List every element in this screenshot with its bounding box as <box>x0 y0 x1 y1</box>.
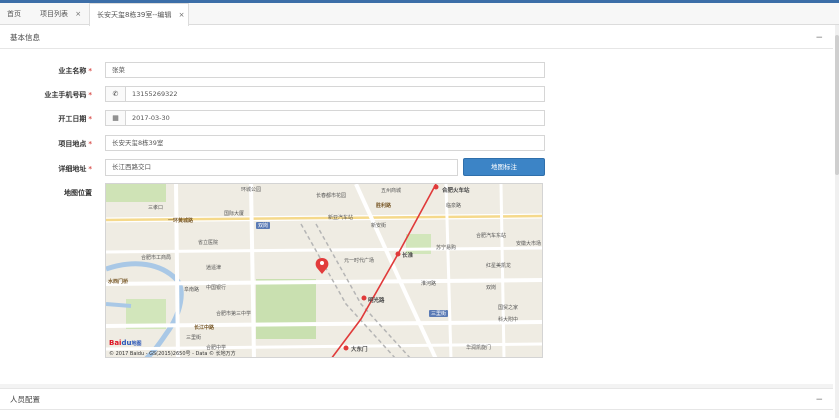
map-park <box>256 279 316 339</box>
map-label: 胜利路 <box>376 203 392 209</box>
tab-bar: 首页 项目列表 × 长安天玺8栋39室--编辑 × <box>0 3 839 26</box>
map-label: 环城公园 <box>241 187 262 193</box>
map-label: 明光路 <box>368 298 385 304</box>
vertical-scrollbar[interactable] <box>835 25 839 418</box>
tab-project-list-label: 项目列表 <box>40 10 68 18</box>
map-label: 科大附中 <box>498 317 519 323</box>
map-label: 元一时代广场 <box>344 258 375 264</box>
map-copyright: © 2017 Baidu - GS(2015)2650号 - Data © 长地… <box>109 351 236 357</box>
start-date-input[interactable]: ▦ 2017-03-30 <box>105 110 545 126</box>
map-label: 逍遥津 <box>206 265 222 271</box>
map-road <box>499 184 506 357</box>
map-label: 苏宁易购 <box>436 245 457 251</box>
tab-edit-project[interactable]: 长安天玺8栋39室--编辑 × <box>89 3 189 26</box>
owner-name-label: 业主名称 * <box>58 67 92 75</box>
map-label: 安徽大市场 <box>516 241 542 247</box>
owner-name-input[interactable]: 张菜 <box>105 62 545 78</box>
map-label: 国贸之家 <box>498 305 519 311</box>
collapse-icon[interactable]: − <box>815 389 823 411</box>
owner-phone-label: 业主手机号码 * <box>44 91 92 99</box>
map-road <box>354 184 438 357</box>
tab-home[interactable]: 首页 <box>7 3 21 25</box>
collapse-icon[interactable]: − <box>815 27 823 49</box>
close-icon[interactable]: × <box>179 11 185 19</box>
map-metro-badge: 三里街 <box>429 310 449 317</box>
calendar-icon[interactable]: ▦ <box>106 111 126 125</box>
close-icon[interactable]: × <box>75 10 81 18</box>
map-label: 淮河路 <box>421 281 437 287</box>
map-annotate-button[interactable]: 地图标注 <box>463 158 545 176</box>
map-road <box>106 246 542 254</box>
map-park <box>106 184 166 202</box>
map-label: 红星美凯龙 <box>486 263 512 269</box>
map-label: 阜南路 <box>184 287 200 293</box>
start-date-label: 开工日期 * <box>58 115 92 123</box>
map-label: 省立医院 <box>198 240 219 246</box>
map-road <box>444 184 453 357</box>
map-label: 中国银行 <box>206 285 227 291</box>
owner-phone-value: 13155269322 <box>132 90 178 98</box>
start-date-value: 2017-03-30 <box>132 114 170 122</box>
map-view[interactable]: 环城公园 三孝口 一环黄城路 国际大厦 长春都市花园 新亚汽车站 新安街 五州商… <box>105 183 543 358</box>
map-label: 长淮 <box>402 253 414 259</box>
map-position-label: 地图位置 <box>64 189 92 197</box>
map-label: 长春都市花园 <box>316 193 347 199</box>
map-label: 合肥火车站 <box>442 188 470 194</box>
map-metro-badge: 双岗 <box>256 222 271 229</box>
tab-project-list[interactable]: 项目列表 × <box>40 3 81 25</box>
map-label: 双岗 <box>486 285 497 291</box>
map-label: 临泉路 <box>446 203 462 209</box>
panel-staff-header[interactable]: 人员配置 − <box>0 388 833 410</box>
detail-address-input[interactable]: 长江西路交口 <box>105 159 458 176</box>
map-label: 大东门 <box>351 347 368 353</box>
map-label: 新安街 <box>371 223 387 229</box>
detail-address-label: 详细地址 * <box>58 165 92 173</box>
tab-home-label: 首页 <box>7 10 21 18</box>
map-canvas <box>106 184 542 357</box>
tab-edit-project-label: 长安天玺8栋39室--编辑 <box>97 11 172 19</box>
phone-icon: ✆ <box>106 87 126 101</box>
map-label: 合肥汽车东站 <box>476 233 507 239</box>
map-metro-station <box>395 251 401 257</box>
map-label: 合肥市工商局 <box>141 255 172 261</box>
map-label: 长江中路 <box>194 325 215 331</box>
panel-basic-info-header[interactable]: 基本信息 − <box>0 27 833 49</box>
map-label: 合肥市第三中学 <box>216 311 252 317</box>
scrollbar-thumb[interactable] <box>835 35 839 175</box>
project-location-input[interactable]: 长安天玺8栋39室 <box>105 135 545 151</box>
panel-title: 人员配置 <box>10 395 40 404</box>
map-label: 国际大厦 <box>224 211 245 217</box>
owner-name-value: 张菜 <box>112 66 125 74</box>
map-road <box>106 278 542 286</box>
map-label: 三里街 <box>186 335 202 341</box>
project-location-value: 长安天玺8栋39室 <box>112 139 164 147</box>
map-railway <box>315 223 411 357</box>
map-label: 三孝口 <box>148 205 164 211</box>
owner-phone-input[interactable]: ✆ 13155269322 <box>105 86 545 102</box>
panel-title: 基本信息 <box>10 33 40 42</box>
map-metro-station <box>343 345 349 351</box>
map-road <box>249 184 256 357</box>
detail-address-value: 长江西路交口 <box>112 163 151 171</box>
map-metro-station <box>361 295 367 301</box>
map-label: 五州商城 <box>381 188 402 194</box>
map-river <box>106 302 132 308</box>
map-label: 华润凯旋门 <box>466 345 492 351</box>
map-metro-station <box>433 184 439 190</box>
map-metro-line <box>331 184 437 357</box>
map-road <box>174 184 180 357</box>
map-label: 新亚汽车站 <box>328 215 354 221</box>
map-label: 水西门桥 <box>108 279 129 285</box>
map-location-pin[interactable] <box>315 258 329 274</box>
baidu-logo: Baidu地图 <box>109 339 142 347</box>
project-location-label: 项目地点 * <box>58 140 92 148</box>
map-label: 一环黄城路 <box>168 218 194 224</box>
